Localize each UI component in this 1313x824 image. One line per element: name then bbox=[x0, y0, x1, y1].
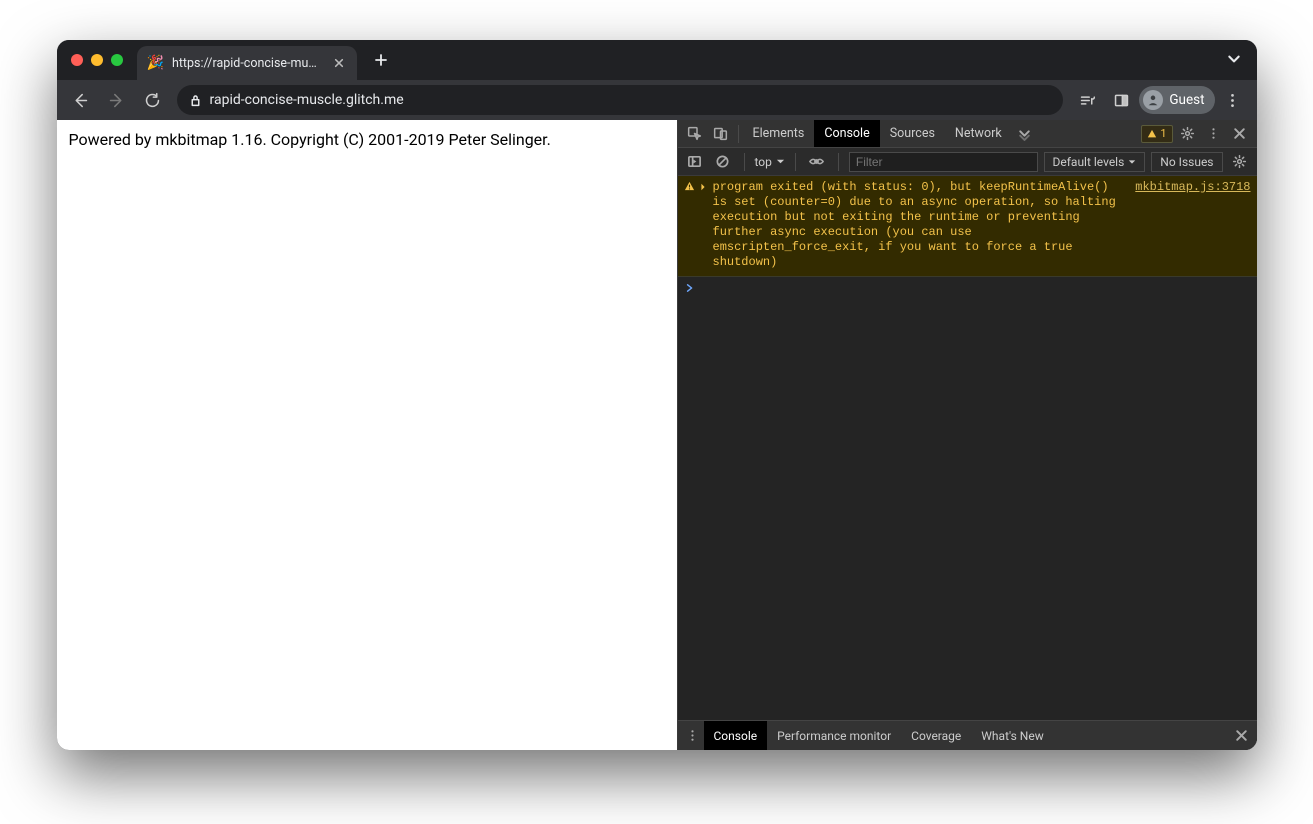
device-toolbar-icon[interactable] bbox=[708, 121, 734, 147]
tab-search-button[interactable] bbox=[1227, 51, 1241, 70]
more-tabs-icon[interactable] bbox=[1012, 121, 1038, 147]
devtools-drawer: Console Performance monitor Coverage Wha… bbox=[678, 720, 1257, 750]
drawer-tab-performance-monitor[interactable]: Performance monitor bbox=[767, 721, 901, 750]
clear-console-icon[interactable] bbox=[712, 151, 734, 173]
close-window-button[interactable] bbox=[71, 54, 83, 66]
devtools-menu-icon[interactable] bbox=[1201, 121, 1227, 147]
tab-sources[interactable]: Sources bbox=[880, 120, 945, 147]
expand-icon[interactable] bbox=[699, 181, 707, 195]
console-message-text: program exited (with status: 0), but kee… bbox=[713, 180, 1122, 270]
console-input[interactable] bbox=[700, 281, 1249, 295]
content-area: Powered by mkbitmap 1.16. Copyright (C) … bbox=[57, 120, 1257, 750]
titlebar: 🎉 https://rapid-concise-muscle.g bbox=[57, 40, 1257, 80]
console-toolbar: top Default levels No Issues bbox=[678, 148, 1257, 176]
tab-network[interactable]: Network bbox=[945, 120, 1012, 147]
live-expression-icon[interactable] bbox=[806, 151, 828, 173]
media-controls-icon[interactable] bbox=[1071, 84, 1103, 116]
toolbar: rapid-concise-muscle.glitch.me Guest bbox=[57, 80, 1257, 120]
drawer-tab-coverage[interactable]: Coverage bbox=[901, 721, 971, 750]
devtools-close-icon[interactable] bbox=[1227, 121, 1253, 147]
warning-icon bbox=[684, 181, 695, 196]
panel-toggle-icon[interactable] bbox=[1105, 84, 1137, 116]
devtools-tabstrip: Elements Console Sources Network 1 bbox=[678, 120, 1257, 148]
devtools-settings-icon[interactable] bbox=[1175, 121, 1201, 147]
context-label: top bbox=[755, 155, 772, 169]
minimize-window-button[interactable] bbox=[91, 54, 103, 66]
window-controls bbox=[65, 54, 137, 66]
console-settings-icon[interactable] bbox=[1229, 151, 1251, 173]
browser-tab[interactable]: 🎉 https://rapid-concise-muscle.g bbox=[137, 46, 357, 80]
drawer-close-icon[interactable] bbox=[1231, 725, 1253, 747]
tab-favicon-icon: 🎉 bbox=[147, 55, 164, 71]
page-text: Powered by mkbitmap 1.16. Copyright (C) … bbox=[69, 130, 665, 149]
warning-count-badge[interactable]: 1 bbox=[1141, 125, 1172, 143]
log-levels-label: Default levels bbox=[1053, 155, 1125, 169]
url-text: rapid-concise-muscle.glitch.me bbox=[210, 92, 1052, 108]
page-viewport: Powered by mkbitmap 1.16. Copyright (C) … bbox=[57, 120, 677, 750]
address-bar[interactable]: rapid-concise-muscle.glitch.me bbox=[177, 85, 1064, 115]
fullscreen-window-button[interactable] bbox=[111, 54, 123, 66]
browser-menu-button[interactable] bbox=[1217, 84, 1249, 116]
drawer-tab-console[interactable]: Console bbox=[704, 721, 768, 750]
back-button[interactable] bbox=[65, 84, 97, 116]
console-prompt[interactable] bbox=[678, 277, 1257, 299]
console-message[interactable]: program exited (with status: 0), but kee… bbox=[678, 176, 1257, 277]
reload-button[interactable] bbox=[137, 84, 169, 116]
console-sidebar-toggle-icon[interactable] bbox=[684, 151, 706, 173]
tab-console[interactable]: Console bbox=[814, 120, 879, 147]
console-filter-input[interactable] bbox=[849, 152, 1038, 172]
console-output[interactable]: program exited (with status: 0), but kee… bbox=[678, 176, 1257, 720]
console-message-source[interactable]: mkbitmap.js:3718 bbox=[1127, 180, 1250, 270]
tab-title: https://rapid-concise-muscle.g bbox=[172, 56, 323, 71]
issues-button[interactable]: No Issues bbox=[1151, 152, 1222, 172]
warning-count: 1 bbox=[1160, 127, 1166, 140]
profile-button[interactable]: Guest bbox=[1139, 86, 1214, 114]
browser-window: 🎉 https://rapid-concise-muscle.g bbox=[57, 40, 1257, 750]
drawer-menu-icon[interactable] bbox=[682, 725, 704, 747]
avatar-icon bbox=[1143, 90, 1163, 110]
issues-label: No Issues bbox=[1160, 155, 1213, 169]
forward-button[interactable] bbox=[101, 84, 133, 116]
tab-close-button[interactable] bbox=[331, 55, 347, 71]
profile-label: Guest bbox=[1169, 92, 1204, 108]
new-tab-button[interactable] bbox=[367, 46, 395, 74]
lock-icon bbox=[189, 94, 202, 107]
log-levels-selector[interactable]: Default levels bbox=[1044, 152, 1146, 172]
inspect-element-icon[interactable] bbox=[682, 121, 708, 147]
drawer-tab-whats-new[interactable]: What's New bbox=[971, 721, 1053, 750]
tab-elements[interactable]: Elements bbox=[743, 120, 815, 147]
devtools-panel: Elements Console Sources Network 1 bbox=[677, 120, 1257, 750]
context-selector[interactable]: top bbox=[755, 155, 785, 169]
